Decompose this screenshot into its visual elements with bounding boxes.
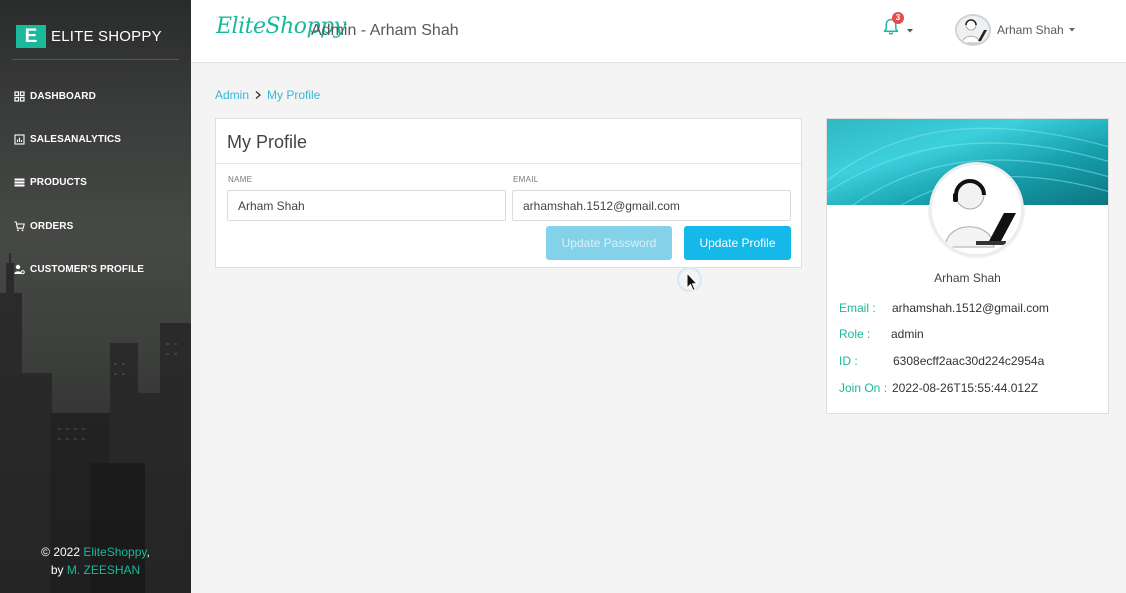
id-key: ID : (839, 354, 858, 368)
sidebar-item-dashboard[interactable]: DASHBOARD (14, 88, 144, 104)
notification-badge: 3 (892, 12, 904, 24)
sidebar-item-salesanalytics[interactable]: SALESANALYTICS (14, 131, 144, 147)
name-label: NAME (228, 175, 253, 184)
dashboard-icon (14, 90, 25, 102)
sidebar-item-label: SALESANALYTICS (30, 133, 122, 145)
profile-form-card: My Profile NAME EMAIL Update Password Up… (215, 118, 802, 268)
email-key: Email : (839, 301, 876, 315)
profile-avatar (929, 162, 1024, 257)
brand-divider (12, 59, 179, 60)
card-divider (216, 163, 801, 164)
brand-name: ELITE SHOPPY (51, 28, 162, 45)
support-agent-icon (957, 16, 989, 44)
sidebar-item-label: PRODUCTS (30, 177, 87, 189)
email-field[interactable] (512, 190, 791, 221)
chart-icon (14, 134, 25, 145)
id-row: ID : 6308ecff2aac30d224c2954a (839, 354, 1044, 368)
sidebar-item-label: ORDERS (30, 220, 74, 232)
join-row: Join On : 2022-08-26T15:55:44.012Z (839, 381, 1038, 395)
email-row: Email : arhamshah.1512@gmail.com (839, 301, 1049, 315)
user-name: Arham Shah (997, 23, 1064, 37)
sidebar-footer: © 2022 EliteShoppy, by M. ZEESHAN (0, 543, 191, 579)
top-header: EliteShoppy Admin - Arham Shah 3 Arham S… (191, 0, 1126, 63)
name-field[interactable] (227, 190, 506, 221)
footer-comma: , (146, 545, 150, 559)
mouse-pointer-icon (686, 272, 698, 292)
copyright-text: © 2022 (41, 545, 84, 559)
breadcrumb-admin-link[interactable]: Admin (215, 88, 249, 102)
sidebar-item-products[interactable]: PRODUCTS (14, 175, 144, 191)
role-key: Role : (839, 327, 871, 341)
brand[interactable]: E ELITE SHOPPY (16, 25, 162, 48)
email-label: EMAIL (513, 175, 539, 184)
footer-author-link[interactable]: M. ZEESHAN (67, 563, 140, 577)
chevron-down-icon (1068, 28, 1075, 32)
avatar (955, 14, 991, 46)
breadcrumb: Admin My Profile (215, 88, 320, 102)
support-agent-icon (932, 165, 1021, 254)
card-title: My Profile (227, 132, 308, 152)
sidebar-nav: DASHBOARD SALESANALYTICS PRODUCTS ORDERS… (14, 88, 144, 305)
brand-logo-icon: E (16, 25, 46, 48)
users-gear-icon (14, 264, 25, 275)
join-key: Join On : (839, 381, 888, 395)
join-value: 2022-08-26T15:55:44.012Z (892, 381, 1039, 395)
chevron-right-icon (255, 91, 262, 99)
sidebar-item-orders[interactable]: ORDERS (14, 218, 144, 234)
email-value: arhamshah.1512@gmail.com (892, 301, 1049, 315)
sidebar: E ELITE SHOPPY DASHBOARD SALESANALYTICS … (0, 0, 191, 593)
sidebar-item-customers-profile[interactable]: CUSTOMER'S PROFILE (14, 262, 144, 278)
footer-brand-link[interactable]: EliteShoppy (83, 545, 146, 559)
profile-info-card: Arham Shah Email : arhamshah.1512@gmail.… (826, 118, 1109, 414)
footer-by-text: by (50, 563, 67, 577)
id-value: 6308ecff2aac30d224c2954a (893, 354, 1045, 368)
user-menu[interactable]: Arham Shah (955, 14, 1075, 46)
cart-icon (14, 221, 25, 231)
update-password-button[interactable]: Update Password (546, 226, 672, 260)
update-profile-button[interactable]: Update Profile (684, 226, 791, 260)
role-row: Role : admin (839, 327, 924, 341)
sidebar-item-label: CUSTOMER'S PROFILE (30, 264, 145, 276)
sidebar-item-label: DASHBOARD (30, 90, 96, 102)
page-title: Admin - Arham Shah (311, 22, 459, 39)
role-value: admin (891, 327, 924, 341)
list-icon (14, 178, 25, 187)
chevron-down-icon[interactable] (907, 29, 913, 33)
profile-name: Arham Shah (934, 271, 1001, 285)
breadcrumb-current[interactable]: My Profile (267, 88, 320, 102)
